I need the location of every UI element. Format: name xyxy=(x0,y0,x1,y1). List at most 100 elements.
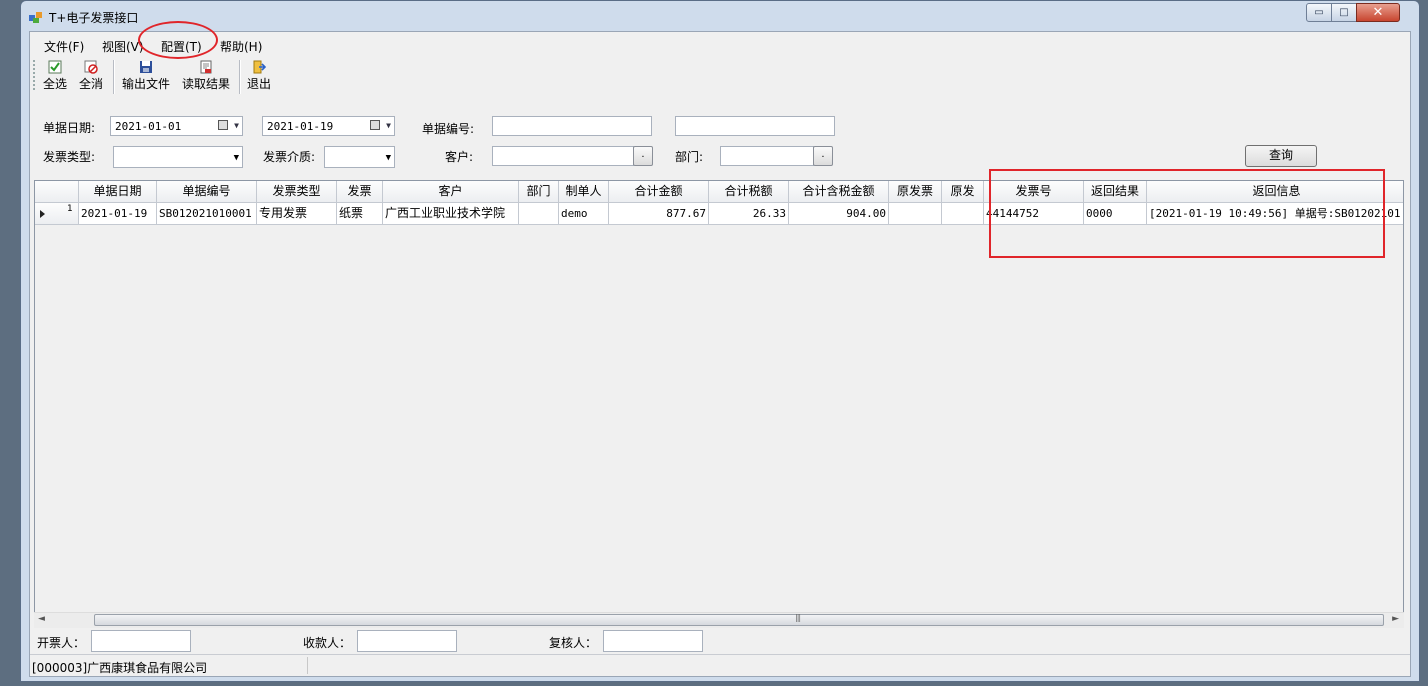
column-header[interactable]: 原发 xyxy=(942,181,984,203)
read-result-icon xyxy=(200,60,212,74)
column-header[interactable]: 客户 xyxy=(383,181,519,203)
department-input[interactable] xyxy=(720,146,814,166)
column-header[interactable]: 原发票 xyxy=(889,181,942,203)
reviewer-label: 复核人： xyxy=(549,636,598,650)
invoice-medium-label: 发票介质: xyxy=(263,150,316,164)
menu-help[interactable]: 帮助(H) xyxy=(220,38,262,55)
app-window: T+电子发票接口 ▭ □ ✕ 文件(F) 视图(V) 配置(T) 帮助(H) 全… xyxy=(20,0,1420,682)
department-label: 部门: xyxy=(675,150,704,164)
status-divider xyxy=(307,657,308,674)
save-icon xyxy=(140,61,152,73)
cell-invoice-type[interactable]: 专用发票 xyxy=(257,203,337,225)
date-label: 单据日期: xyxy=(43,121,96,135)
drawer-input[interactable] xyxy=(91,630,191,652)
title-bar[interactable]: T+电子发票接口 ▭ □ ✕ xyxy=(21,1,1419,31)
minimize-icon: ▭ xyxy=(1314,6,1324,18)
clear-all-label: 全消 xyxy=(78,77,103,91)
select-all-button[interactable]: 全选 xyxy=(41,60,69,94)
dropdown-arrow-icon[interactable]: ▼ xyxy=(234,121,239,130)
window-title: T+电子发票接口 xyxy=(49,11,139,25)
department-browse-button[interactable]: . xyxy=(813,146,833,166)
app-icon xyxy=(29,12,42,23)
drawer-label: 开票人： xyxy=(37,636,86,650)
toolbar: 全选 全消 输出文件 读取结果 退出 xyxy=(30,56,1410,96)
invoice-medium-select[interactable]: ▼ xyxy=(324,146,395,168)
menu-bar: 文件(F) 视图(V) 配置(T) 帮助(H) xyxy=(30,32,1410,54)
export-file-label: 输出文件 xyxy=(121,77,170,91)
export-file-button[interactable]: 输出文件 xyxy=(120,60,172,94)
reviewer-input[interactable] xyxy=(603,630,703,652)
doc-no-label: 单据编号: xyxy=(422,122,475,136)
annotation-circle xyxy=(138,21,218,59)
client-area: 文件(F) 视图(V) 配置(T) 帮助(H) 全选 全消 输出文件 读取结果 … xyxy=(29,31,1411,677)
read-result-button[interactable]: 读取结果 xyxy=(180,60,232,94)
calendar-icon[interactable] xyxy=(370,120,380,130)
row-header[interactable]: 1 xyxy=(35,203,79,225)
customer-input[interactable] xyxy=(492,146,634,166)
column-header[interactable]: 合计税额 xyxy=(709,181,789,203)
toolbar-separator xyxy=(113,60,115,94)
dropdown-arrow-icon[interactable]: ▼ xyxy=(386,121,391,130)
dropdown-arrow-icon[interactable]: ▼ xyxy=(234,153,239,163)
cell-maker[interactable]: demo xyxy=(559,203,609,225)
row-number: 1 xyxy=(67,204,73,214)
dropdown-arrow-icon[interactable]: ▼ xyxy=(386,153,391,163)
scroll-thumb[interactable]: ||| xyxy=(94,613,1384,626)
cell-original[interactable] xyxy=(942,203,984,225)
column-header[interactable]: 制单人 xyxy=(559,181,609,203)
customer-browse-button[interactable]: . xyxy=(633,146,653,166)
query-button[interactable]: 查询 xyxy=(1245,145,1317,167)
exit-label: 退出 xyxy=(246,77,271,91)
exit-icon xyxy=(253,60,266,74)
calendar-icon[interactable] xyxy=(218,120,228,130)
minimize-button[interactable]: ▭ xyxy=(1306,3,1332,22)
cell-total-amount[interactable]: 877.67 xyxy=(609,203,709,225)
status-company: [000003]广西康琪食品有限公司 xyxy=(32,661,208,675)
customer-label: 客户: xyxy=(445,150,474,164)
maximize-icon: □ xyxy=(1339,6,1349,18)
cell-total-tax[interactable]: 26.33 xyxy=(709,203,789,225)
maximize-button[interactable]: □ xyxy=(1331,3,1357,22)
horizontal-scrollbar[interactable]: ◄ ||| ► xyxy=(34,612,1404,628)
column-header[interactable]: 单据日期 xyxy=(79,181,157,203)
invoice-type-select[interactable]: ▼ xyxy=(113,146,243,168)
date-from-value: 2021-01-01 xyxy=(115,120,182,133)
cell-invoice-medium[interactable]: 纸票 xyxy=(337,203,383,225)
column-header[interactable]: 发票 xyxy=(337,181,383,203)
customer-browse-glyph: . xyxy=(641,149,645,160)
toolbar-separator xyxy=(239,60,241,94)
date-to-value: 2021-01-19 xyxy=(267,120,334,133)
read-result-label: 读取结果 xyxy=(181,77,230,91)
scroll-grip-icon: ||| xyxy=(795,613,801,622)
department-browse-glyph: . xyxy=(821,149,825,160)
toolbar-grip[interactable] xyxy=(33,60,35,92)
date-from-picker[interactable]: 2021-01-01 ▼ xyxy=(110,116,243,136)
cell-department[interactable] xyxy=(519,203,559,225)
column-header[interactable]: 合计含税金额 xyxy=(789,181,889,203)
column-header[interactable]: 部门 xyxy=(519,181,559,203)
annotation-rectangle xyxy=(989,169,1385,258)
scroll-right-icon[interactable]: ► xyxy=(1392,614,1399,624)
cell-original-invoice[interactable] xyxy=(889,203,942,225)
clear-all-button[interactable]: 全消 xyxy=(77,60,105,94)
select-all-label: 全选 xyxy=(42,77,67,91)
cell-date[interactable]: 2021-01-19 xyxy=(79,203,157,225)
scroll-left-icon[interactable]: ◄ xyxy=(38,614,45,624)
close-button[interactable]: ✕ xyxy=(1356,3,1400,22)
cell-customer[interactable]: 广西工业职业技术学院 xyxy=(383,203,519,225)
cell-total-with-tax[interactable]: 904.00 xyxy=(789,203,889,225)
doc-no-to-input[interactable] xyxy=(675,116,835,136)
column-header[interactable]: 单据编号 xyxy=(157,181,257,203)
menu-file[interactable]: 文件(F) xyxy=(44,38,84,55)
uncheck-icon xyxy=(84,60,98,74)
column-header[interactable]: 发票类型 xyxy=(257,181,337,203)
exit-button[interactable]: 退出 xyxy=(244,60,274,94)
payee-label: 收款人： xyxy=(303,636,352,650)
doc-no-from-input[interactable] xyxy=(492,116,652,136)
payee-input[interactable] xyxy=(357,630,457,652)
cell-doc-no[interactable]: SB012021010001 xyxy=(157,203,257,225)
check-icon xyxy=(48,60,62,74)
column-header[interactable]: 合计金额 xyxy=(609,181,709,203)
header-corner xyxy=(35,181,79,203)
date-to-picker[interactable]: 2021-01-19 ▼ xyxy=(262,116,395,136)
